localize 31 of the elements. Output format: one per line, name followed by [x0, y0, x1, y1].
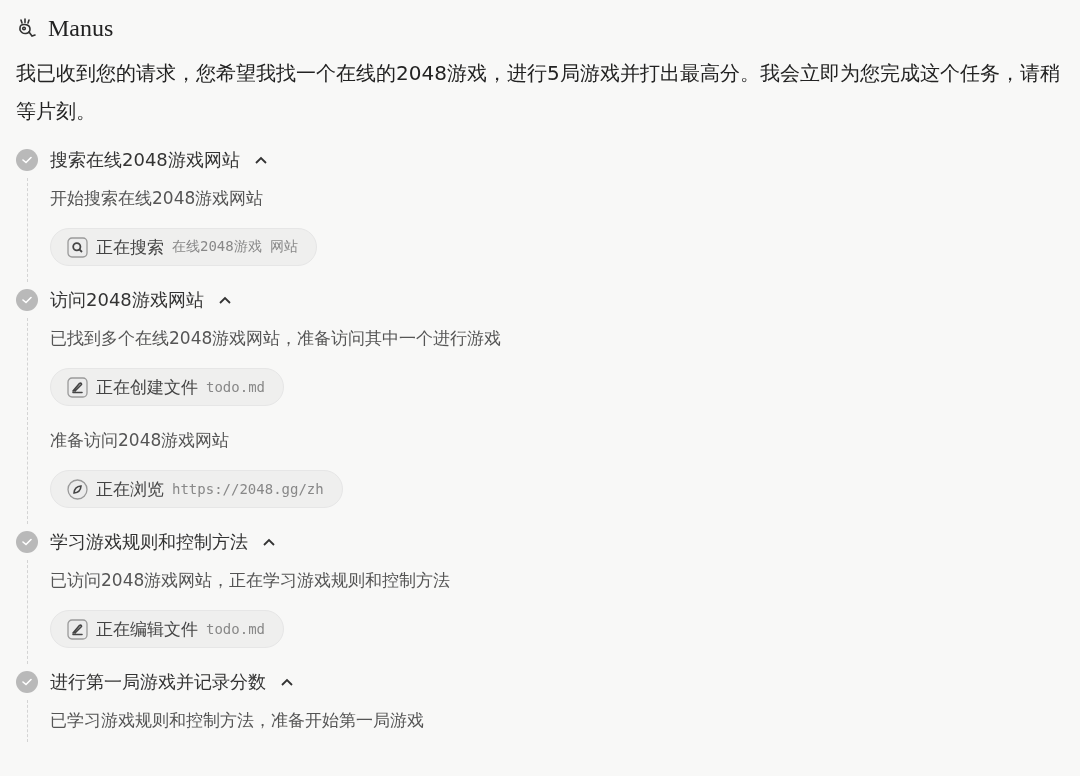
caret-up-icon[interactable] [217, 295, 232, 305]
pen-icon [67, 618, 88, 640]
caret-up-icon[interactable] [253, 155, 268, 165]
action-label: 正在浏览 [96, 477, 164, 501]
step-note: 已找到多个在线2048游戏网站，准备访问其中一个进行游戏 [50, 327, 503, 350]
step-title: 访问2048游戏网站 [50, 288, 204, 312]
tool-action-chip[interactable]: 正在搜索 在线2048游戏 网站 [50, 228, 318, 266]
action-label: 正在编辑文件 [96, 617, 198, 641]
step-note: 已访问2048游戏网站，正在学习游戏规则和控制方法 [50, 569, 452, 592]
app-title: Manus [48, 14, 114, 42]
search-icon [67, 236, 88, 258]
action-argument: https://2048.gg/zh [172, 481, 324, 497]
action-argument: 在线2048游戏 网站 [172, 238, 299, 256]
assistant-message: 我已收到您的请求，您希望我找一个在线的2048游戏，进行5局游戏并打出最高分。我会立即为您完成这个任务，请稍等片刻。 [16, 60, 1061, 125]
action-label: 正在搜索 [96, 235, 164, 259]
step-title: 搜索在线2048游戏网站 [50, 148, 240, 172]
step-title: 学习游戏规则和控制方法 [50, 530, 248, 554]
compass-icon [67, 478, 88, 500]
step-note: 准备访问2048游戏网站 [50, 429, 231, 452]
tool-action-chip[interactable]: 正在编辑文件 todo.md [50, 610, 284, 648]
step-title: 进行第一局游戏并记录分数 [50, 670, 266, 694]
action-argument: todo.md [206, 379, 265, 395]
step-note: 已学习游戏规则和控制方法，准备开始第一局游戏 [50, 709, 425, 732]
action-label: 正在创建文件 [96, 375, 198, 399]
caret-up-icon[interactable] [262, 537, 276, 547]
step-note: 开始搜索在线2048游戏网站 [50, 187, 265, 210]
action-argument: todo.md [206, 621, 265, 637]
tool-action-chip[interactable]: 正在浏览 https://2048.gg/zh [50, 470, 343, 508]
caret-up-icon[interactable] [280, 677, 294, 687]
tool-action-chip[interactable]: 正在创建文件 todo.md [50, 368, 284, 406]
pen-icon [67, 376, 88, 398]
